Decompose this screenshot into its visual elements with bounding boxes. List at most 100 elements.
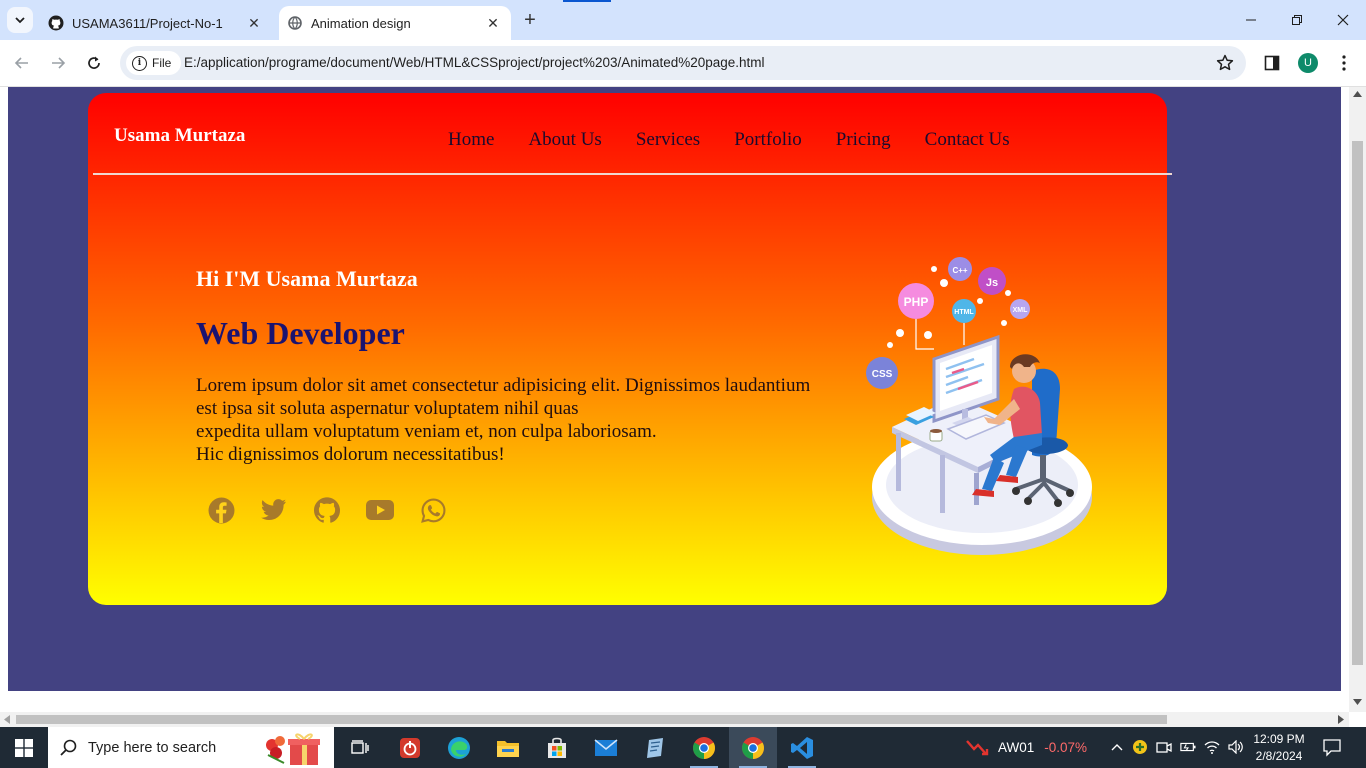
- vertical-scrollbar[interactable]: [1349, 87, 1366, 712]
- nav-services[interactable]: Services: [636, 129, 700, 151]
- taskbar-app-vscode[interactable]: [778, 727, 826, 768]
- greeting-heading: Hi I'M Usama Murtaza: [196, 266, 418, 291]
- restore-button[interactable]: [1274, 0, 1320, 40]
- tray-app-icon[interactable]: [1132, 739, 1148, 755]
- horizontal-scroll-thumb[interactable]: [16, 715, 1167, 724]
- taskbar-app-chrome[interactable]: [680, 727, 728, 768]
- youtube-icon[interactable]: [365, 495, 395, 525]
- reload-button[interactable]: [81, 50, 107, 76]
- nav-pricing[interactable]: Pricing: [836, 129, 891, 151]
- stock-widget[interactable]: AW01 -0.07%: [966, 737, 1087, 757]
- nav-about-us[interactable]: About Us: [528, 129, 601, 151]
- taskbar-app-file-explorer[interactable]: [484, 727, 532, 768]
- intro-line: Hic dignissimos dolorum necessitatibus!: [196, 444, 505, 465]
- back-button[interactable]: [9, 50, 35, 76]
- nav-home[interactable]: Home: [448, 129, 494, 151]
- restore-icon: [1292, 15, 1302, 25]
- close-icon[interactable]: ✕: [483, 13, 503, 33]
- browser-toolbar: i File E:/application/programe/document/…: [0, 40, 1366, 87]
- github-icon[interactable]: [312, 495, 342, 525]
- horizontal-scrollbar[interactable]: [0, 712, 1349, 727]
- volume-button[interactable]: [1228, 739, 1244, 755]
- nav-divider: [93, 173, 1172, 175]
- task-view-icon: [351, 739, 369, 754]
- site-logo[interactable]: Usama Murtaza: [114, 125, 245, 147]
- twitter-icon[interactable]: [259, 495, 289, 525]
- taskbar-app-notes[interactable]: [631, 727, 679, 768]
- facebook-icon[interactable]: [206, 495, 236, 525]
- url-text[interactable]: E:/application/programe/document/Web/HTM…: [184, 55, 765, 70]
- taskbar-app-edge[interactable]: [435, 727, 483, 768]
- chrome-icon: [693, 736, 715, 759]
- scroll-left-icon[interactable]: [4, 715, 10, 724]
- taskbar-app-mail[interactable]: [582, 727, 630, 768]
- tab-github[interactable]: USAMA3611/Project-No-1 ✕: [40, 6, 272, 40]
- wifi-icon: [1204, 741, 1220, 754]
- tab-animation-design[interactable]: Animation design ✕: [279, 6, 511, 40]
- minimize-button[interactable]: [1228, 0, 1274, 40]
- battery-button[interactable]: [1180, 739, 1196, 755]
- hero-card: Usama Murtaza Home About Us Services Por…: [88, 93, 1172, 605]
- chevron-down-icon: [15, 17, 25, 24]
- reload-icon: [88, 56, 100, 69]
- intro-line: Lorem ipsum dolor sit amet consectetur a…: [196, 375, 811, 396]
- side-panel-icon: [1264, 55, 1280, 71]
- address-bar[interactable]: i File E:/application/programe/document/…: [120, 46, 1246, 80]
- edge-icon: [448, 736, 470, 759]
- js-badge: Js: [986, 277, 998, 289]
- whatsapp-icon[interactable]: [418, 495, 448, 525]
- side-panel-button[interactable]: [1261, 52, 1283, 74]
- windows-taskbar: Type here to search AW01 -0.07% 12:09 PM…: [0, 727, 1366, 768]
- taskbar-clock[interactable]: 12:09 PM 2/8/2024: [1250, 731, 1308, 765]
- tray-overflow-button[interactable]: [1109, 739, 1125, 755]
- github-icon: [48, 15, 64, 31]
- search-placeholder: Type here to search: [88, 739, 217, 756]
- chevron-up-icon: [1111, 744, 1123, 751]
- taskbar-app-store[interactable]: [533, 727, 581, 768]
- windows-logo-icon: [15, 738, 33, 757]
- cpp-badge: C++: [952, 266, 967, 275]
- scroll-down-icon[interactable]: [1353, 699, 1362, 705]
- html-badge: HTML: [954, 309, 974, 316]
- stock-chart-icon: [966, 740, 989, 756]
- notes-app-icon: [647, 737, 663, 758]
- site-info-chip[interactable]: i File: [126, 51, 182, 75]
- gift-icon: [266, 733, 320, 765]
- xml-badge: XML: [1013, 307, 1029, 314]
- intro-line: est ipsa sit soluta aspernatur voluptate…: [196, 398, 579, 419]
- task-view-button[interactable]: [336, 727, 384, 768]
- arrow-left-icon: [14, 57, 28, 69]
- vertical-scroll-thumb[interactable]: [1352, 141, 1363, 665]
- notification-icon[interactable]: [1322, 737, 1342, 757]
- battery-icon: [1180, 742, 1196, 752]
- taskbar-search-box[interactable]: Type here to search: [48, 727, 334, 768]
- taskbar-app-power[interactable]: [386, 727, 434, 768]
- stock-change: -0.07%: [1044, 739, 1088, 755]
- page-background: Usama Murtaza Home About Us Services Por…: [8, 87, 1341, 691]
- scroll-up-icon[interactable]: [1353, 91, 1362, 97]
- power-app-icon: [400, 737, 420, 758]
- wifi-button[interactable]: [1204, 739, 1220, 755]
- clock-time: 12:09 PM: [1253, 732, 1305, 746]
- profile-avatar[interactable]: U: [1298, 53, 1318, 73]
- info-icon: i: [132, 55, 147, 71]
- globe-icon: [287, 15, 303, 31]
- bookmark-star-icon[interactable]: [1216, 54, 1234, 72]
- taskbar-app-chrome-active[interactable]: [729, 727, 777, 768]
- meet-now-button[interactable]: [1156, 739, 1172, 755]
- folder-icon: [497, 740, 519, 757]
- css-badge: CSS: [872, 369, 893, 380]
- minimize-icon: [1246, 19, 1256, 21]
- close-window-button[interactable]: [1320, 0, 1366, 40]
- scroll-right-icon[interactable]: [1338, 715, 1344, 724]
- new-tab-button[interactable]: +: [520, 10, 540, 30]
- start-button[interactable]: [0, 727, 48, 768]
- nav-contact-us[interactable]: Contact Us: [925, 129, 1010, 151]
- tab-search-button[interactable]: [7, 7, 33, 33]
- tab-strip: USAMA3611/Project-No-1 ✕ Animation desig…: [0, 0, 1366, 40]
- tab-title: Animation design: [311, 15, 411, 31]
- forward-button[interactable]: [45, 50, 71, 76]
- browser-menu-button[interactable]: [1333, 52, 1355, 74]
- nav-portfolio[interactable]: Portfolio: [734, 129, 802, 151]
- close-icon[interactable]: ✕: [244, 13, 264, 33]
